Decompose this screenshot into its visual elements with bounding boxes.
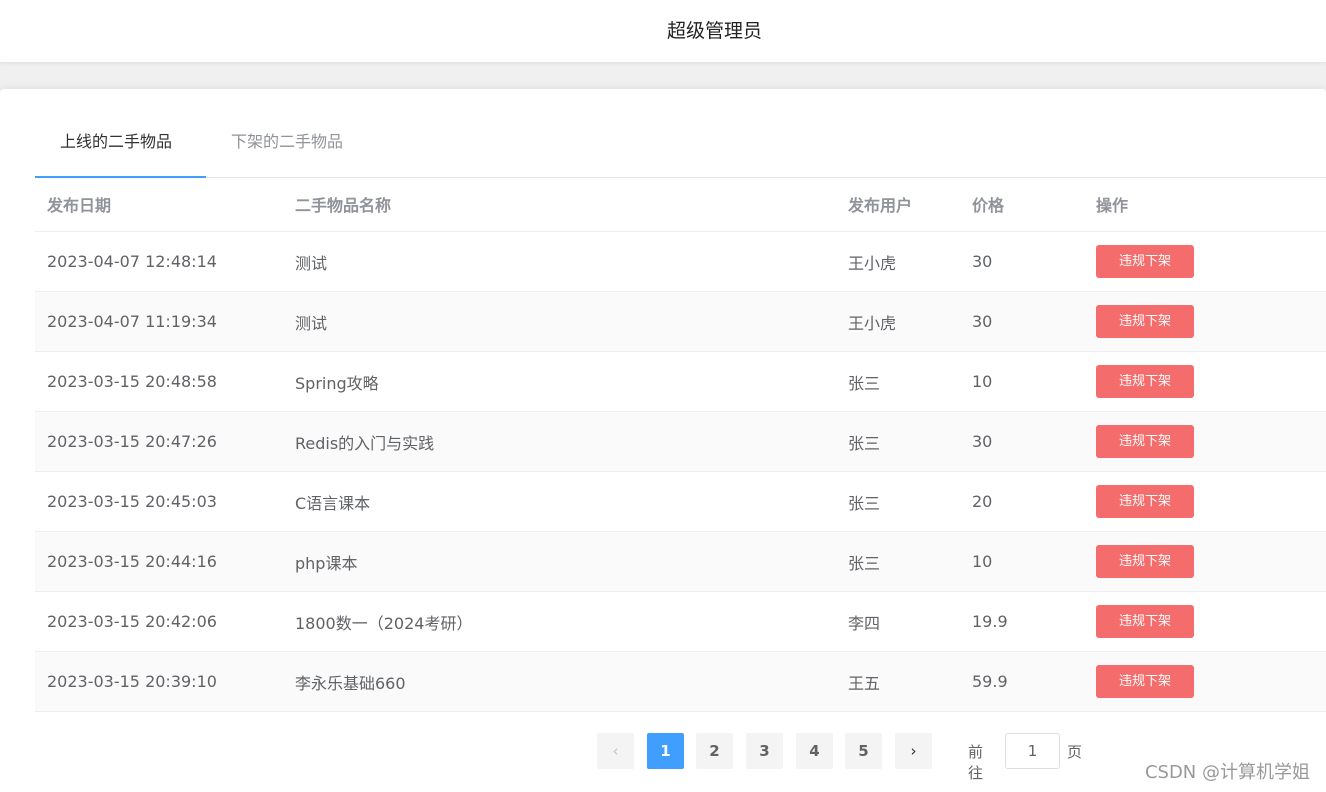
cell-name: 1800数一（2024考研） (283, 591, 836, 652)
cell-user: 张三 (836, 531, 960, 592)
cell-action: 违规下架 (1084, 591, 1326, 652)
column-header-user: 发布用户 (836, 177, 960, 232)
tab-offline-items[interactable]: 下架的二手物品 (231, 128, 343, 152)
cell-date: 2023-03-15 20:39:10 (35, 651, 283, 712)
table-row: 2023-04-07 12:48:14 测试 王小虎 30 违规下架 (35, 231, 1326, 292)
column-header-date: 发布日期 (35, 177, 283, 232)
takedown-button[interactable]: 违规下架 (1096, 545, 1194, 578)
takedown-button[interactable]: 违规下架 (1096, 485, 1194, 518)
cell-date: 2023-04-07 11:19:34 (35, 291, 283, 352)
cell-price: 19.9 (960, 591, 1084, 652)
cell-action: 违规下架 (1084, 351, 1326, 412)
cell-date: 2023-03-15 20:48:58 (35, 351, 283, 412)
cell-action: 违规下架 (1084, 231, 1326, 292)
table-row: 2023-03-15 20:45:03 C语言课本 张三 20 违规下架 (35, 471, 1326, 532)
items-table: 发布日期 二手物品名称 发布用户 价格 操作 2023-04-07 12:48:… (35, 177, 1326, 712)
cell-action: 违规下架 (1084, 471, 1326, 532)
cell-price: 10 (960, 351, 1084, 412)
cell-name: 测试 (283, 231, 836, 292)
cell-action: 违规下架 (1084, 651, 1326, 712)
cell-price: 59.9 (960, 651, 1084, 712)
table-header-row: 发布日期 二手物品名称 发布用户 价格 操作 (35, 177, 1326, 232)
cell-date: 2023-03-15 20:47:26 (35, 411, 283, 472)
cell-name: C语言课本 (283, 471, 836, 532)
cell-user: 张三 (836, 471, 960, 532)
table-row: 2023-03-15 20:42:06 1800数一（2024考研） 李四 19… (35, 591, 1326, 652)
tab-bar: 上线的二手物品 下架的二手物品 (35, 89, 1326, 178)
takedown-button[interactable]: 违规下架 (1096, 425, 1194, 458)
tab-online-items[interactable]: 上线的二手物品 (60, 128, 172, 152)
cell-name: Spring攻略 (283, 351, 836, 412)
top-header: 超级管理员 (0, 0, 1326, 63)
cell-user: 王小虎 (836, 291, 960, 352)
content-card: 上线的二手物品 下架的二手物品 发布日期 二手物品名称 发布用户 价格 操作 2… (0, 89, 1326, 792)
takedown-button[interactable]: 违规下架 (1096, 245, 1194, 278)
takedown-button[interactable]: 违规下架 (1096, 305, 1194, 338)
takedown-button[interactable]: 违规下架 (1096, 365, 1194, 398)
cell-user: 王小虎 (836, 231, 960, 292)
cell-action: 违规下架 (1084, 411, 1326, 472)
table-row: 2023-03-15 20:39:10 李永乐基础660 王五 59.9 违规下… (35, 651, 1326, 712)
goto-page-input[interactable] (1005, 733, 1060, 769)
table-row: 2023-03-15 20:47:26 Redis的入门与实践 张三 30 违规… (35, 411, 1326, 472)
page-4-button[interactable]: 4 (796, 733, 833, 769)
chevron-right-icon: › (910, 742, 917, 760)
cell-action: 违规下架 (1084, 531, 1326, 592)
cell-date: 2023-03-15 20:42:06 (35, 591, 283, 652)
cell-name: 测试 (283, 291, 836, 352)
goto-label: 前往 (968, 743, 984, 782)
page-2-button[interactable]: 2 (696, 733, 733, 769)
cell-date: 2023-04-07 12:48:14 (35, 231, 283, 292)
cell-date: 2023-03-15 20:45:03 (35, 471, 283, 532)
cell-price: 30 (960, 411, 1084, 472)
cell-name: 李永乐基础660 (283, 651, 836, 712)
takedown-button[interactable]: 违规下架 (1096, 605, 1194, 638)
table-row: 2023-03-15 20:44:16 php课本 张三 10 违规下架 (35, 531, 1326, 592)
table-row: 2023-04-07 11:19:34 测试 王小虎 30 违规下架 (35, 291, 1326, 352)
cell-price: 10 (960, 531, 1084, 592)
next-page-button[interactable]: › (895, 733, 932, 769)
chevron-left-icon: ‹ (612, 742, 619, 760)
watermark-text: CSDN @计算机学姐 (1144, 762, 1310, 783)
cell-user: 王五 (836, 651, 960, 712)
cell-user: 张三 (836, 411, 960, 472)
cell-name: Redis的入门与实践 (283, 411, 836, 472)
table-row: 2023-03-15 20:48:58 Spring攻略 张三 10 违规下架 (35, 351, 1326, 412)
page-5-button[interactable]: 5 (845, 733, 882, 769)
page-3-button[interactable]: 3 (746, 733, 783, 769)
cell-price: 30 (960, 231, 1084, 292)
cell-name: php课本 (283, 531, 836, 592)
page-title: 超级管理员 (666, 20, 762, 42)
takedown-button[interactable]: 违规下架 (1096, 665, 1194, 698)
cell-price: 20 (960, 471, 1084, 532)
cell-date: 2023-03-15 20:44:16 (35, 531, 283, 592)
cell-action: 违规下架 (1084, 291, 1326, 352)
column-header-name: 二手物品名称 (283, 177, 836, 232)
cell-price: 30 (960, 291, 1084, 352)
column-header-price: 价格 (960, 177, 1084, 232)
cell-user: 张三 (836, 351, 960, 412)
prev-page-button[interactable]: ‹ (597, 733, 634, 769)
cell-user: 李四 (836, 591, 960, 652)
column-header-action: 操作 (1084, 177, 1326, 232)
page-1-button[interactable]: 1 (647, 733, 684, 769)
page-suffix-label: 页 (1067, 743, 1083, 761)
